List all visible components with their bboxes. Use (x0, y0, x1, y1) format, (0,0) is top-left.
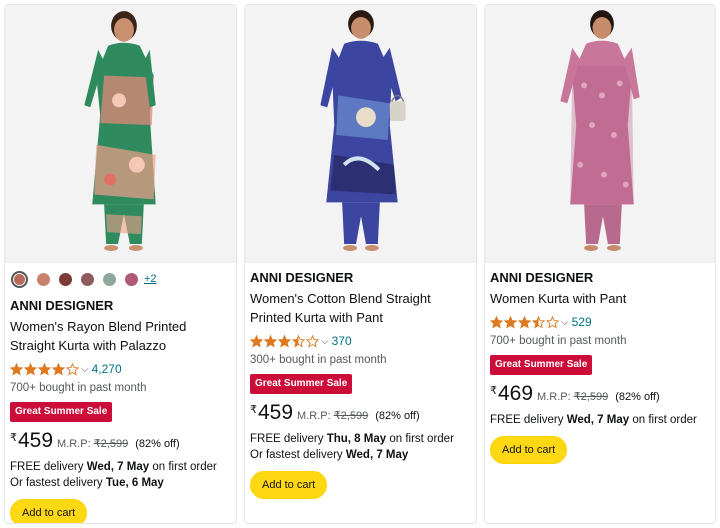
star-icon (10, 362, 23, 376)
product-card[interactable]: ANNI DESIGNER Women Kurta with Pant ⌵ 52… (484, 4, 716, 524)
star-icon (24, 362, 37, 376)
brand-name: ANNI DESIGNER (10, 298, 114, 313)
deal-badge: Great Summer Sale (490, 355, 593, 375)
delivery-date: Thu, 8 May (326, 433, 387, 445)
product-image[interactable] (245, 5, 476, 263)
star-icon (490, 315, 503, 329)
delivery-suffix: on first order (389, 433, 454, 445)
price: 469 (498, 382, 534, 405)
delivery-date: Wed, 7 May (86, 461, 150, 473)
deal-badge: Great Summer Sale (250, 374, 353, 394)
discount: (82% off) (135, 438, 180, 450)
brand-name: ANNI DESIGNER (490, 270, 594, 285)
color-swatch[interactable] (81, 272, 94, 286)
product-title[interactable]: Women's Cotton Blend Straight Printed Ku… (250, 289, 472, 327)
fastest-date: Wed, 7 May (345, 449, 409, 461)
price: 459 (258, 401, 294, 424)
product-card[interactable]: +2 ANNI DESIGNER Women's Rayon Blend Pri… (4, 4, 237, 524)
star-icon (546, 315, 559, 329)
star-icon (278, 334, 291, 348)
star-icon (518, 315, 531, 329)
rating-count[interactable]: 529 (572, 315, 592, 329)
more-colors-link[interactable]: +2 (144, 273, 157, 285)
add-to-cart-button[interactable]: Add to cart (10, 499, 88, 523)
delivery-prefix: FREE delivery (490, 414, 564, 426)
price-row: ₹ 459 M.R.P: ₹2,599 (82% off) (250, 401, 472, 425)
rating-row[interactable]: ⌵ 529 (490, 313, 711, 331)
color-swatch[interactable] (37, 272, 50, 286)
product-grid: +2 ANNI DESIGNER Women's Rayon Blend Pri… (0, 0, 720, 528)
delivery-date: Wed, 7 May (566, 414, 630, 426)
product-image[interactable] (5, 5, 236, 263)
product-title[interactable]: Women Kurta with Pant (490, 289, 711, 308)
add-to-cart-button[interactable]: Add to cart (490, 436, 568, 464)
delivery-info: FREE delivery Wed, 7 May on first order (10, 459, 232, 475)
fastest-prefix: Or fastest delivery (250, 449, 343, 461)
fastest-prefix: Or fastest delivery (10, 477, 103, 489)
star-icon (38, 362, 51, 376)
color-swatch[interactable] (103, 272, 116, 286)
star-rating[interactable] (250, 334, 320, 348)
discount: (82% off) (615, 391, 660, 403)
bought-info: 700+ bought in past month (490, 335, 627, 347)
deal-badge: Great Summer Sale (10, 402, 113, 422)
bought-info: 700+ bought in past month (10, 382, 147, 394)
brand-name: ANNI DESIGNER (250, 270, 354, 285)
mrp-label: M.R.P: (57, 438, 91, 450)
rating-row[interactable]: ⌵ 370 (250, 332, 472, 350)
bought-info: 300+ bought in past month (250, 354, 387, 366)
price-row: ₹ 459 M.R.P: ₹2,599 (82% off) (10, 429, 232, 453)
star-rating[interactable] (10, 362, 80, 376)
delivery-suffix: on first order (152, 461, 217, 473)
mrp-value: ₹2,599 (333, 410, 369, 422)
mrp-value: ₹2,599 (573, 391, 609, 403)
color-swatch[interactable] (125, 272, 138, 286)
star-icon (292, 334, 305, 348)
color-swatch[interactable] (11, 270, 28, 288)
product-card[interactable]: ANNI DESIGNER Women's Cotton Blend Strai… (244, 4, 477, 524)
star-icon (306, 334, 319, 348)
color-swatches: +2 (10, 269, 232, 289)
price-row: ₹ 469 M.R.P: ₹2,599 (82% off) (490, 382, 711, 406)
delivery-prefix: FREE delivery (250, 433, 324, 445)
delivery-info: FREE delivery Thu, 8 May on first order (250, 431, 472, 447)
rating-count[interactable]: 370 (332, 334, 352, 348)
star-icon (264, 334, 277, 348)
star-icon (52, 362, 65, 376)
chevron-down-icon[interactable]: ⌵ (81, 364, 89, 375)
rating-row[interactable]: ⌵ 4,270 (10, 360, 232, 378)
star-icon (66, 362, 79, 376)
star-icon (250, 334, 263, 348)
delivery-suffix: on first order (632, 414, 697, 426)
star-rating[interactable] (490, 315, 560, 329)
product-title[interactable]: Women's Rayon Blend Printed Straight Kur… (10, 317, 232, 355)
fastest-date: Tue, 6 May (105, 477, 164, 489)
currency-symbol: ₹ (10, 432, 17, 444)
price: 459 (18, 429, 54, 452)
currency-symbol: ₹ (250, 404, 257, 416)
star-icon (504, 315, 517, 329)
product-image[interactable] (485, 5, 715, 263)
color-swatch[interactable] (59, 272, 72, 286)
fastest-delivery-info: Or fastest delivery Tue, 6 May (10, 475, 232, 491)
mrp-label: M.R.P: (297, 410, 331, 422)
discount: (82% off) (375, 410, 420, 422)
star-icon (532, 315, 545, 329)
fastest-delivery-info: Or fastest delivery Wed, 7 May (250, 447, 472, 463)
chevron-down-icon[interactable]: ⌵ (321, 336, 329, 347)
delivery-info: FREE delivery Wed, 7 May on first order (490, 412, 711, 428)
chevron-down-icon[interactable]: ⌵ (561, 317, 569, 328)
mrp-value: ₹2,599 (93, 438, 129, 450)
currency-symbol: ₹ (490, 385, 497, 397)
add-to-cart-button[interactable]: Add to cart (250, 471, 328, 499)
delivery-prefix: FREE delivery (10, 461, 84, 473)
rating-count[interactable]: 4,270 (92, 362, 122, 376)
mrp-label: M.R.P: (537, 391, 571, 403)
